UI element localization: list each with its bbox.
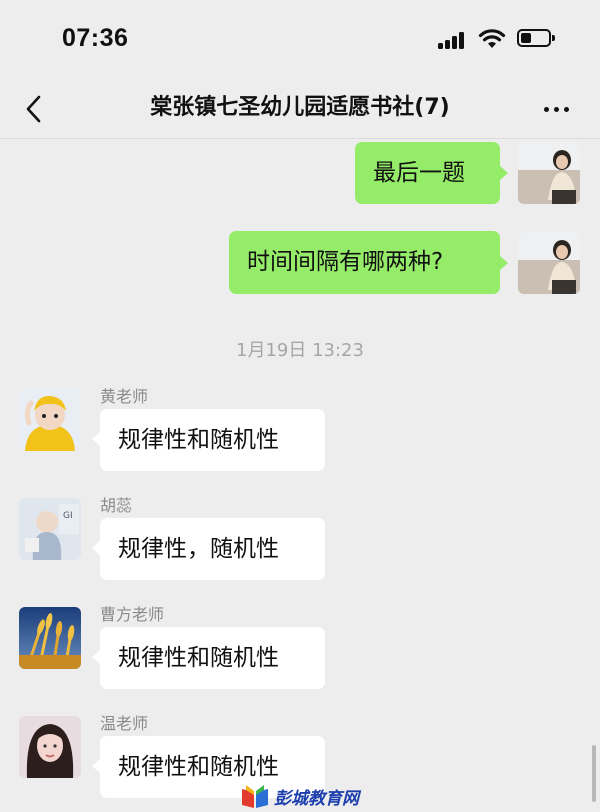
sender-avatar[interactable] (19, 389, 81, 451)
chat-title: 棠张镇七圣幼儿园适愿书社(7) (150, 95, 450, 120)
my-avatar[interactable] (518, 232, 580, 294)
incoming-message-bubble[interactable]: 规律性，随机性 (100, 518, 325, 580)
status-bar: 07:36 (0, 0, 600, 80)
scrollbar[interactable] (592, 745, 596, 802)
battery-icon (517, 29, 555, 47)
chevron-left-icon[interactable] (18, 92, 52, 126)
sender-avatar[interactable] (19, 607, 81, 669)
sender-name: 温老师 (100, 714, 149, 733)
bubble-tail (92, 541, 100, 555)
message-text: 规律性和随机性 (118, 427, 279, 453)
watermark-text: 彭城教育网 (274, 788, 359, 809)
message-text: 规律性和随机性 (118, 645, 279, 671)
bubble-tail (500, 256, 508, 270)
message-text: 最后一题 (373, 160, 465, 186)
bubble-tail (500, 166, 508, 180)
svg-text:GI: GI (63, 511, 73, 521)
message-timestamp: 1月19日 13:23 (236, 340, 364, 361)
sender-name: 曹方老师 (100, 605, 165, 624)
outgoing-message-bubble[interactable]: 时间间隔有哪两种? (229, 231, 500, 294)
sender-name: 黄老师 (100, 387, 149, 406)
watermark: 彭城教育网 (240, 782, 359, 810)
bubble-tail (92, 432, 100, 446)
message-text: 时间间隔有哪两种? (247, 249, 444, 275)
status-time: 07:36 (62, 24, 129, 52)
sender-avatar[interactable] (19, 716, 81, 778)
cellular-signal-icon (438, 31, 466, 49)
book-logo-icon (242, 785, 268, 808)
message-text: 规律性和随机性 (118, 754, 279, 780)
sender-avatar[interactable]: GI (19, 498, 81, 560)
bubble-tail (92, 650, 100, 664)
chat-header: 棠张镇七圣幼儿园适愿书社(7) (0, 80, 600, 139)
bubble-tail (92, 759, 100, 773)
my-avatar[interactable] (518, 142, 580, 204)
incoming-message-bubble[interactable]: 规律性和随机性 (100, 627, 325, 689)
more-dots-icon[interactable] (540, 100, 574, 118)
wifi-icon (478, 29, 506, 48)
sender-name: 胡蕊 (100, 496, 133, 515)
message-text: 规律性，随机性 (118, 536, 279, 562)
incoming-message-bubble[interactable]: 规律性和随机性 (100, 409, 325, 471)
outgoing-message-bubble[interactable]: 最后一题 (355, 142, 500, 204)
